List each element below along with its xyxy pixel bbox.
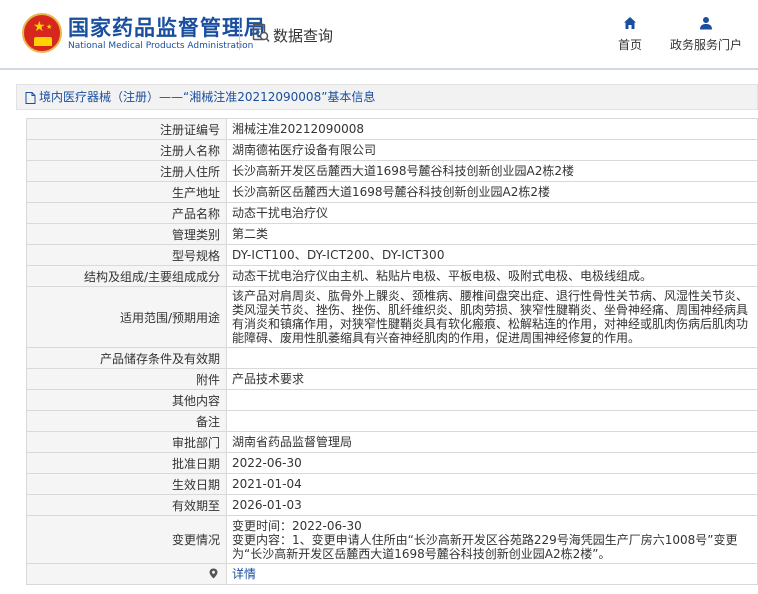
row-value: [226, 389, 758, 411]
table-row: 产品储存条件及有效期: [26, 347, 758, 369]
table-row: 结构及组成/主要组成成分 动态干扰电治疗仪由主机、粘贴片电极、平板电极、吸附式电…: [26, 265, 758, 287]
row-label: 有效期至: [26, 494, 227, 516]
header-divider: [239, 18, 240, 50]
data-query-label[interactable]: 数据查询: [273, 25, 333, 46]
table-row: 注册人住所 长沙高新开发区岳麓西大道1698号麓谷科技创新创业园A2栋2楼: [26, 160, 758, 182]
row-value: [226, 410, 758, 432]
table-row: 管理类别 第二类: [26, 223, 758, 245]
user-icon: [700, 17, 712, 30]
row-label: 结构及组成/主要组成成分: [26, 265, 227, 287]
nav-gov-service-label: 政务服务门户: [669, 38, 742, 52]
nav-gov-service[interactable]: 政务服务门户: [664, 16, 748, 53]
table-row: 生产地址 长沙高新区岳麓西大道1698号麓谷科技创新创业园A2栋2楼: [26, 181, 758, 203]
row-value: 长沙高新开发区岳麓西大道1698号麓谷科技创新创业园A2栋2楼: [226, 160, 758, 182]
row-label: 审批部门: [26, 431, 227, 453]
row-label: 适用范围/预期用途: [26, 286, 227, 348]
row-value: [226, 347, 758, 369]
table-row: 审批部门 湖南省药品监督管理局: [26, 431, 758, 453]
row-value-detail: 详情: [226, 563, 758, 585]
row-label: 变更情况: [26, 515, 227, 564]
row-value: 长沙高新区岳麓西大道1698号麓谷科技创新创业园A2栋2楼: [226, 181, 758, 203]
table-row: 产品名称 动态干扰电治疗仪: [26, 202, 758, 224]
row-value: 第二类: [226, 223, 758, 245]
row-value: 动态干扰电治疗仪: [226, 202, 758, 224]
table-row: 附件 产品技术要求: [26, 368, 758, 390]
row-value: 动态干扰电治疗仪由主机、粘贴片电极、平板电极、吸附式电极、电极线组成。: [226, 265, 758, 287]
row-label: 注册证编号: [26, 118, 227, 140]
row-value: DY-ICT100、DY-ICT200、DY-ICT300: [226, 244, 758, 266]
brand-subtitle: National Medical Products Administration: [68, 41, 254, 51]
table-row: 适用范围/预期用途 该产品对肩周炎、肱骨外上髁炎、颈椎病、腰椎间盘突出症、退行性…: [26, 286, 758, 348]
data-query-icon[interactable]: [252, 23, 270, 43]
registration-info-table: 注册证编号 湘械注准20212090008 注册人名称 湖南德祐医疗设备有限公司…: [26, 118, 758, 585]
table-row: 注册证编号 湘械注准20212090008: [26, 118, 758, 140]
table-row: 批准日期 2022-06-30: [26, 452, 758, 474]
star-icon: ★: [33, 19, 46, 35]
change-time: 变更时间：2022-06-30: [232, 518, 362, 533]
change-history: 变更时间：2022-06-30 变更内容：1、变更申请人住所由“长沙高新开发区谷…: [226, 515, 758, 564]
site-header: ★ ★ 国家药品监督管理局 National Medical Products …: [0, 0, 758, 70]
row-value: 产品技术要求: [226, 368, 758, 390]
row-label: 备注: [26, 410, 227, 432]
row-value: 湖南省药品监督管理局: [226, 431, 758, 453]
detail-link[interactable]: 详情: [232, 567, 256, 581]
brand-title: 国家药品监督管理局: [68, 16, 266, 40]
row-label: 其他内容: [26, 389, 227, 411]
gate-icon: [34, 37, 52, 46]
row-label: 型号规格: [26, 244, 227, 266]
row-label: 批准日期: [26, 452, 227, 474]
nav-home[interactable]: 首页: [612, 16, 648, 53]
row-label: 产品储存条件及有效期: [26, 347, 227, 369]
row-value: 湖南德祐医疗设备有限公司: [226, 139, 758, 161]
row-value: 2022-06-30: [226, 452, 758, 474]
change-content: 变更内容：1、变更申请人住所由“长沙高新开发区谷苑路229号海凭园生产厂房六10…: [232, 532, 738, 561]
row-label: 注册人住所: [26, 160, 227, 182]
table-row-detail: 详情: [26, 563, 758, 585]
emblem-logo: ★ ★: [22, 13, 62, 53]
table-row: 其他内容: [26, 389, 758, 411]
table-row: 注册人名称 湖南德祐医疗设备有限公司: [26, 139, 758, 161]
table-row-change: 变更情况 变更时间：2022-06-30 变更内容：1、变更申请人住所由“长沙高…: [26, 515, 758, 564]
table-row: 有效期至 2026-01-03: [26, 494, 758, 516]
table-row: 生效日期 2021-01-04: [26, 473, 758, 495]
row-label: 附件: [26, 368, 227, 390]
row-value: 2026-01-03: [226, 494, 758, 516]
breadcrumb: 境内医疗器械（注册）——“湘械注准20212090008”基本信息: [16, 84, 758, 110]
home-icon: [624, 17, 636, 29]
row-label: 生效日期: [26, 473, 227, 495]
table-row: 备注: [26, 410, 758, 432]
breadcrumb-text: 境内医疗器械（注册）——“湘械注准20212090008”基本信息: [39, 90, 376, 104]
document-icon: [25, 91, 36, 104]
row-value: 2021-01-04: [226, 473, 758, 495]
location-pin-icon: [209, 568, 218, 579]
nav-home-label: 首页: [617, 38, 642, 52]
row-label-detail: [26, 563, 227, 585]
small-star-icon: ★: [46, 23, 53, 31]
row-label: 产品名称: [26, 202, 227, 224]
row-value: 湘械注准20212090008: [226, 118, 758, 140]
row-label: 管理类别: [26, 223, 227, 245]
table-row: 型号规格 DY-ICT100、DY-ICT200、DY-ICT300: [26, 244, 758, 266]
row-value: 该产品对肩周炎、肱骨外上髁炎、颈椎病、腰椎间盘突出症、退行性骨性关节病、风湿性关…: [226, 286, 758, 348]
row-label: 生产地址: [26, 181, 227, 203]
row-label: 注册人名称: [26, 139, 227, 161]
